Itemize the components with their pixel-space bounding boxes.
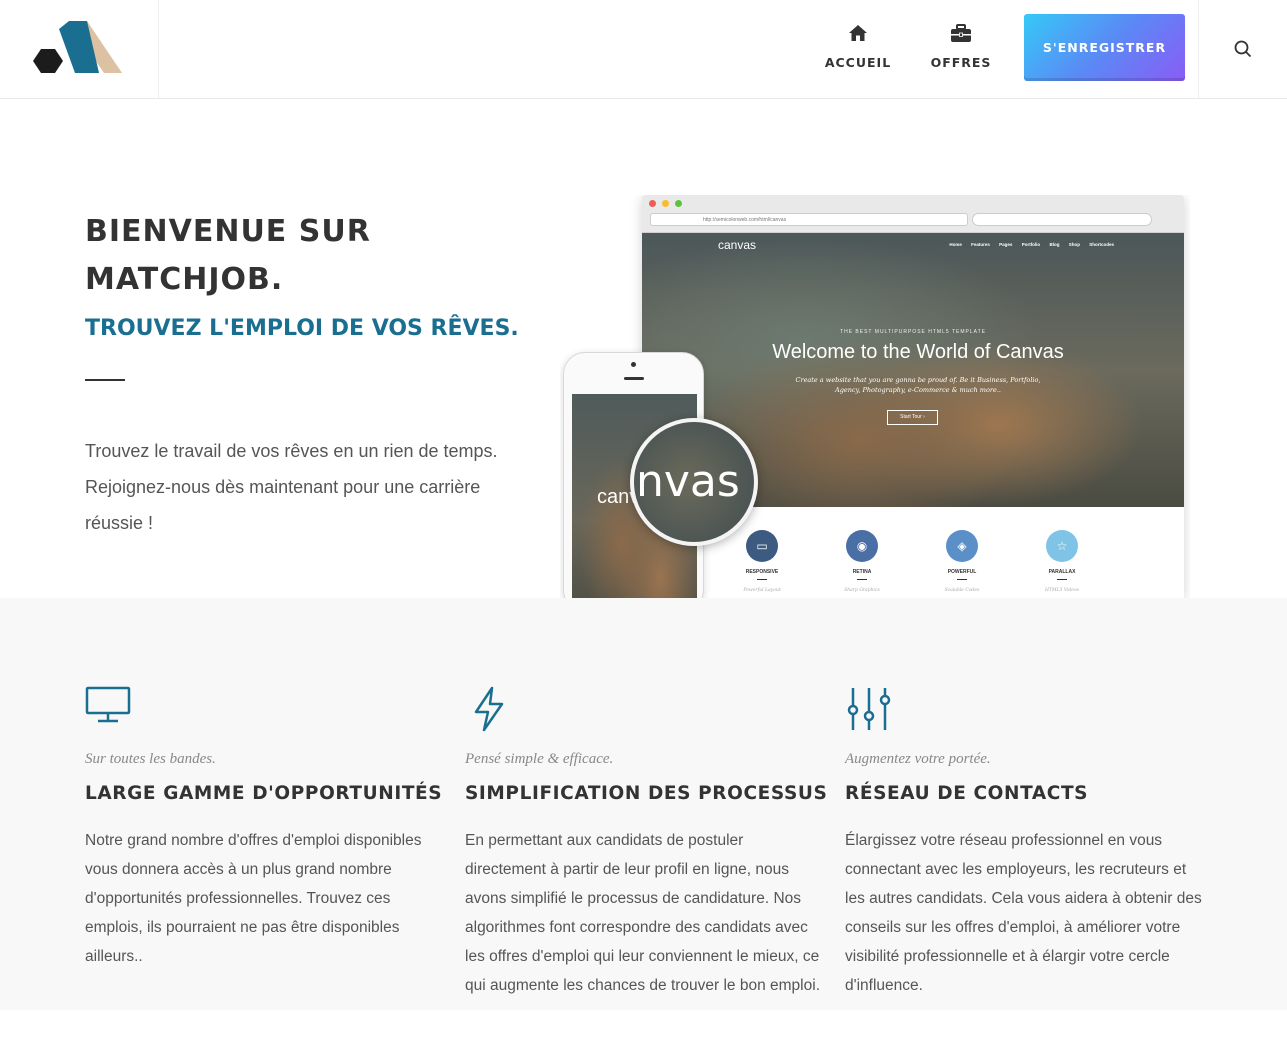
phone-speaker: [624, 377, 644, 380]
browser-toolbar: http://semicolonweb.com/html/canvas: [642, 195, 1184, 233]
sliders-icon: [847, 686, 891, 737]
nav-offers-label: OFFRES: [930, 55, 992, 70]
browser-maximize-dot: [675, 200, 682, 207]
site-feature-desc: Sharp Graphics: [844, 588, 880, 593]
feature-title: RÉSEAU DE CONTACTS: [845, 783, 1089, 804]
hero-title: BIENVENUE SUR MATCHJOB.: [85, 214, 371, 297]
nav-home-label: ACCUEIL: [824, 55, 892, 70]
feature-text: En permettant aux candidats de postuler …: [465, 832, 820, 994]
browser-close-dot: [649, 200, 656, 207]
features-section: Sur toutes les bandes. LARGE GAMME D'OPP…: [0, 598, 1287, 1010]
site-feature-responsive: ▭ RESPONSIVE Powerful Layout: [732, 530, 792, 593]
feature-tagline: Augmentez votre portée.: [845, 751, 991, 767]
site-description: Create a website that you are gonna be p…: [795, 376, 1041, 394]
feature-text: Élargissez votre réseau professionnel en…: [845, 832, 1202, 994]
site-feature-desc: Scalable Codes: [944, 588, 980, 593]
layers-icon: ◈: [946, 530, 978, 562]
monitor-icon: [85, 686, 131, 729]
logo-icon: [33, 21, 122, 73]
site-nav: Home Features Pages Portfolio Blog Shop …: [941, 242, 1114, 247]
monitor-icon: ▭: [746, 530, 778, 562]
site-feature-name: RETINA: [852, 569, 872, 575]
site-feature-name: RESPONSIVE: [745, 569, 779, 575]
home-icon: [813, 24, 903, 48]
header: ACCUEIL OFFRES S'ENREGISTRER: [0, 0, 1287, 99]
browser-url-bar: http://semicolonweb.com/html/canvas: [650, 213, 968, 226]
lightning-icon: [473, 686, 505, 737]
register-button[interactable]: S'ENREGISTRER: [1024, 14, 1185, 81]
site-logo: canvas: [718, 238, 757, 252]
browser-search-bar: [972, 213, 1152, 226]
hero-text: Trouvez le travail de vos rêves en un ri…: [85, 441, 498, 533]
magnifier-text: nvas: [636, 456, 740, 507]
site-nav-item: Portfolio: [1021, 242, 1041, 247]
feature-text: Notre grand nombre d'offres d'emploi dis…: [85, 832, 422, 965]
site-feature-desc: Powerful Layout: [743, 588, 781, 593]
eye-icon: ◉: [846, 530, 878, 562]
feature-title: LARGE GAMME D'OPPORTUNITÉS: [85, 783, 443, 804]
site-nav-item: Features: [971, 242, 990, 247]
site-start-tour-button: Start Tour ›: [887, 410, 938, 425]
hero-subtitle: TROUVEZ L'EMPLOI DE VOS RÊVES.: [85, 316, 519, 341]
site-feature-desc: HTML5 Videos: [1045, 588, 1079, 593]
nav-home[interactable]: ACCUEIL: [813, 24, 903, 70]
logo[interactable]: [0, 0, 159, 98]
feature-tagline: Sur toutes les bandes.: [85, 751, 216, 767]
site-feature-parallax: ☆ PARALLAX HTML5 Videos: [1032, 530, 1092, 593]
site-nav-item: Shop: [1068, 242, 1080, 247]
hero-divider: [85, 379, 125, 381]
feature-title: SIMPLIFICATION DES PROCESSUS: [465, 783, 828, 804]
site-nav-item: Pages: [999, 242, 1013, 247]
hero-mockup-image: http://semicolonweb.com/html/canvas canv…: [560, 195, 1190, 598]
site-headline: Welcome to the World of Canvas: [772, 341, 1064, 363]
magnifier-lens: nvas: [630, 418, 758, 546]
feature-tagline: Pensé simple & efficace.: [465, 751, 614, 767]
star-icon: ☆: [1046, 530, 1078, 562]
site-nav-item: Shortcodes: [1089, 242, 1114, 247]
briefcase-icon: [916, 24, 1006, 48]
site-nav-item: Home: [949, 242, 962, 247]
search-icon: [1234, 40, 1252, 58]
nav-offers[interactable]: OFFRES: [916, 24, 1006, 70]
site-kicker: THE BEST MULTIPURPOSE HTML5 TEMPLATE: [840, 329, 986, 335]
browser-minimize-dot: [662, 200, 669, 207]
site-nav-item: Blog: [1049, 242, 1060, 247]
search-button[interactable]: [1198, 0, 1287, 98]
site-feature-powerful: ◈ POWERFUL Scalable Codes: [932, 530, 992, 593]
site-feature-name: POWERFUL: [947, 569, 977, 575]
site-feature-name: PARALLAX: [1048, 569, 1076, 575]
phone-camera: [631, 362, 636, 367]
site-feature-retina: ◉ RETINA Sharp Graphics: [832, 530, 892, 593]
